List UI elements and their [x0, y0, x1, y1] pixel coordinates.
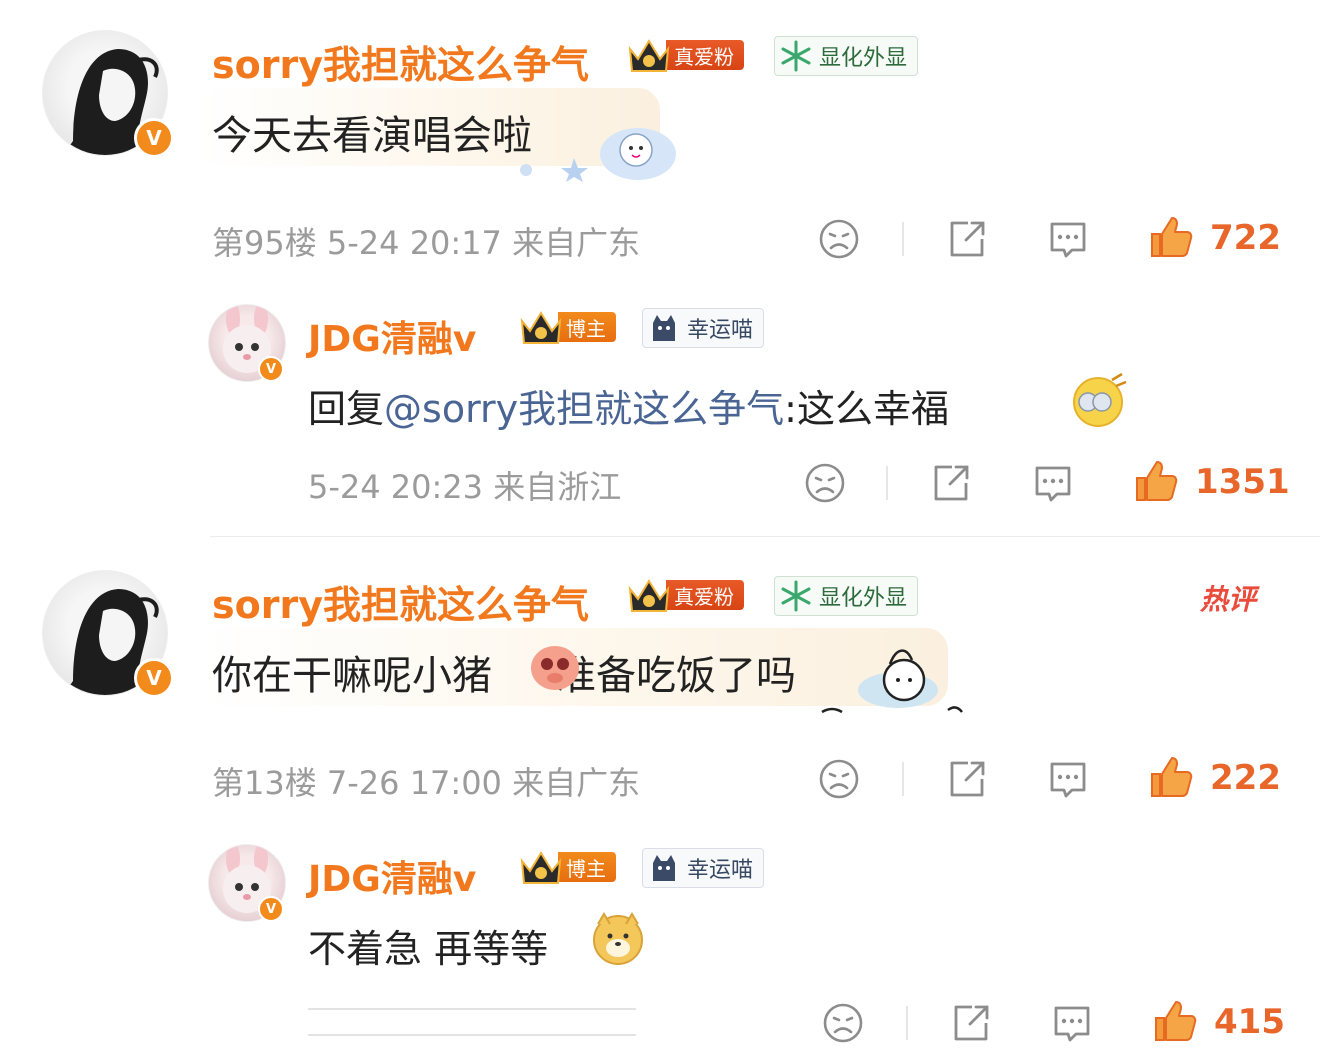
share-icon[interactable] — [930, 462, 972, 504]
blogger-badge[interactable]: 博主 — [518, 310, 616, 344]
comment-divider — [210, 536, 1320, 537]
blogger-badge[interactable]: 博主 — [518, 850, 616, 884]
share-icon[interactable] — [946, 218, 988, 260]
comment-text: 你在干嘛呢小猪 准备吃饭了吗 — [212, 643, 796, 701]
title-badge-label: 幸运喵 — [687, 318, 754, 343]
sparkle-icon — [520, 158, 588, 182]
snowflake-icon — [781, 580, 811, 612]
reply-username[interactable]: JDG清融v — [308, 850, 476, 902]
comment-icon[interactable] — [1046, 218, 1090, 262]
thumbs-up-icon[interactable] — [1133, 458, 1179, 504]
reply-text: 不着急 再等等 — [308, 927, 549, 971]
reply-prefix: 回复 — [308, 387, 385, 431]
crown-icon — [628, 579, 670, 612]
comment-text-part1: 你在干嘛呢小猪 — [212, 653, 492, 699]
title-badge[interactable]: 显化外显 — [774, 36, 919, 76]
verified-badge-icon: V — [258, 356, 284, 382]
bubble-sticker-icon — [600, 128, 676, 180]
hot-comment-label: 热评 — [1200, 583, 1257, 616]
verified-badge-icon: V — [258, 896, 284, 922]
blogger-badge-label: 博主 — [558, 312, 616, 342]
like-count: 722 — [1210, 218, 1281, 258]
dislike-icon[interactable] — [818, 758, 860, 800]
blogger-badge-label: 博主 — [558, 852, 616, 882]
reply-text: 回复@sorry我担就这么争气:这么幸福 — [308, 378, 949, 433]
comment-meta: 第13楼 7-26 17:00 来自广东 — [212, 764, 641, 802]
comment-text: 今天去看演唱会啦 — [212, 113, 532, 159]
dizzy-emoji-icon — [1073, 372, 1127, 427]
comment-icon[interactable] — [1046, 758, 1090, 802]
share-icon[interactable] — [950, 1002, 992, 1044]
thumbs-up-icon[interactable] — [1152, 998, 1198, 1044]
like-count: 222 — [1210, 758, 1281, 798]
comment-text-part2: 准备吃饭了吗 — [556, 653, 796, 699]
title-badge[interactable]: 幸运喵 — [642, 848, 765, 888]
action-divider — [886, 466, 888, 500]
title-badge[interactable]: 幸运喵 — [642, 308, 765, 348]
crown-icon — [520, 311, 562, 344]
verified-badge-icon: V — [134, 658, 174, 698]
dislike-icon[interactable] — [804, 462, 846, 504]
fan-badge[interactable]: 真爱粉 — [626, 38, 744, 72]
fan-badge[interactable]: 真爱粉 — [626, 578, 744, 612]
dislike-icon[interactable] — [822, 1002, 864, 1044]
like-count: 415 — [1214, 1002, 1285, 1042]
dislike-icon[interactable] — [818, 218, 860, 260]
cat-icon — [653, 315, 675, 341]
comment-username[interactable]: sorry我担就这么争气 — [212, 34, 589, 89]
meta-placeholder — [308, 1008, 636, 1010]
verified-badge-icon: V — [134, 118, 174, 158]
action-divider — [902, 762, 904, 796]
reply-username[interactable]: JDG清融v — [308, 310, 476, 362]
title-badge-label: 幸运喵 — [687, 858, 754, 883]
reply-meta: 5-24 20:23 来自浙江 — [308, 468, 622, 506]
action-divider — [906, 1006, 908, 1040]
cat-icon — [653, 855, 675, 881]
like-count: 1351 — [1195, 462, 1290, 502]
fan-badge-label: 真爱粉 — [666, 40, 744, 70]
comment-username[interactable]: sorry我担就这么争气 — [212, 574, 589, 629]
pig-emoji-icon — [531, 646, 579, 690]
share-icon[interactable] — [946, 758, 988, 800]
crown-icon — [520, 851, 562, 884]
snowflake-icon — [781, 40, 811, 72]
action-divider — [902, 222, 904, 256]
meta-placeholder — [308, 1034, 636, 1036]
title-badge-label: 显化外显 — [819, 586, 908, 611]
comment-icon[interactable] — [1031, 462, 1075, 506]
fan-badge-label: 真爱粉 — [666, 580, 744, 610]
comment-icon[interactable] — [1050, 1002, 1094, 1046]
title-badge[interactable]: 显化外显 — [774, 576, 919, 616]
pochacco-sticker-icon — [821, 649, 963, 714]
mention-link[interactable]: @sorry我担就这么争气 — [384, 387, 784, 431]
thumbs-up-icon[interactable] — [1148, 214, 1194, 260]
reply-body: :这么幸福 — [784, 387, 949, 431]
comment-meta: 第95楼 5-24 20:17 来自广东 — [212, 224, 641, 262]
crown-icon — [628, 39, 670, 72]
doge-emoji-icon — [593, 912, 643, 965]
title-badge-label: 显化外显 — [819, 46, 908, 71]
thumbs-up-icon[interactable] — [1148, 754, 1194, 800]
